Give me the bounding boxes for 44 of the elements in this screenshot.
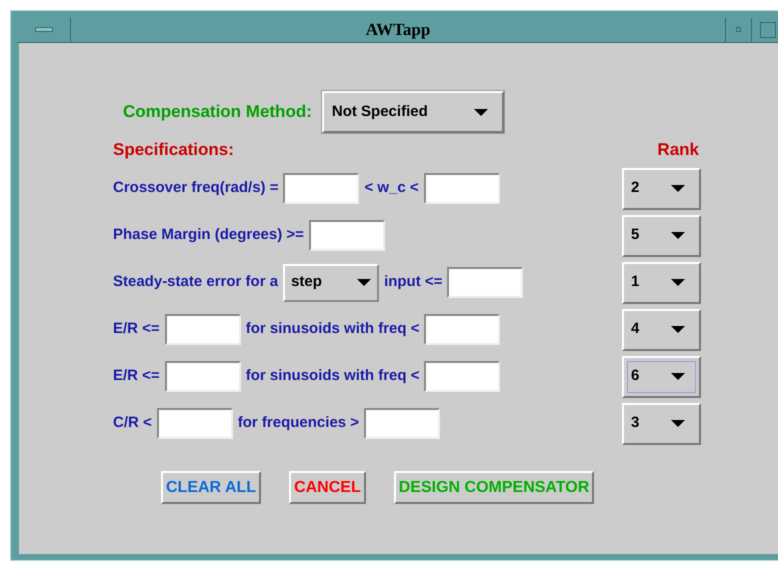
spec-label: for frequencies > — [238, 413, 360, 434]
rank-dropdown[interactable]: 1 — [622, 262, 701, 304]
specifications-heading: Specifications: — [113, 138, 234, 160]
caret-icon — [474, 108, 488, 116]
rank-dropdown[interactable]: 6 — [622, 356, 701, 398]
rank-dropdown[interactable]: 3 — [622, 402, 701, 444]
spec-label: E/R <= — [113, 319, 160, 340]
spec-label: C/R < — [113, 413, 152, 434]
caret-icon — [671, 373, 685, 380]
rank-dropdown[interactable]: 2 — [622, 168, 701, 210]
caret-icon — [671, 420, 685, 427]
rank-dropdown[interactable]: 4 — [622, 308, 701, 350]
spec-label: Phase Margin (degrees) >= — [113, 225, 304, 246]
caret-icon — [671, 326, 685, 333]
input-field[interactable] — [308, 220, 385, 251]
input-field[interactable] — [447, 267, 524, 298]
compensation-method-dropdown[interactable]: Not Specified — [322, 91, 504, 133]
spec-label: for sinusoids with freq < — [246, 319, 420, 340]
input-type-dropdown[interactable]: step — [283, 264, 380, 302]
input-field[interactable] — [156, 408, 233, 439]
input-field[interactable] — [424, 173, 500, 204]
input-field[interactable] — [283, 173, 360, 204]
spec-label: Crossover freq(rad/s) = — [113, 178, 278, 198]
rank-dropdown[interactable]: 5 — [622, 214, 701, 256]
rank-heading: Rank — [657, 138, 699, 160]
caret-icon — [671, 279, 685, 286]
compensation-method-label: Compensation Method: — [123, 101, 312, 124]
square-icon — [760, 22, 776, 38]
spec-label: E/R <= — [113, 366, 160, 386]
input-field[interactable] — [164, 314, 241, 345]
spec-label: < w_c < — [364, 178, 419, 198]
window-title: AWTapp — [364, 18, 432, 41]
caret-icon — [671, 185, 685, 192]
caret-icon — [671, 232, 685, 239]
caret-icon — [357, 279, 372, 286]
spec-label: Steady-state error for a — [113, 272, 278, 292]
spec-label: for sinusoids with freq < — [246, 366, 420, 386]
maximize-button[interactable] — [751, 18, 778, 42]
input-field[interactable] — [424, 361, 500, 392]
minus-icon — [34, 27, 52, 32]
input-field[interactable] — [164, 361, 241, 392]
spec-label: input <= — [384, 272, 442, 292]
input-field[interactable] — [424, 314, 500, 345]
input-field[interactable] — [364, 408, 440, 439]
